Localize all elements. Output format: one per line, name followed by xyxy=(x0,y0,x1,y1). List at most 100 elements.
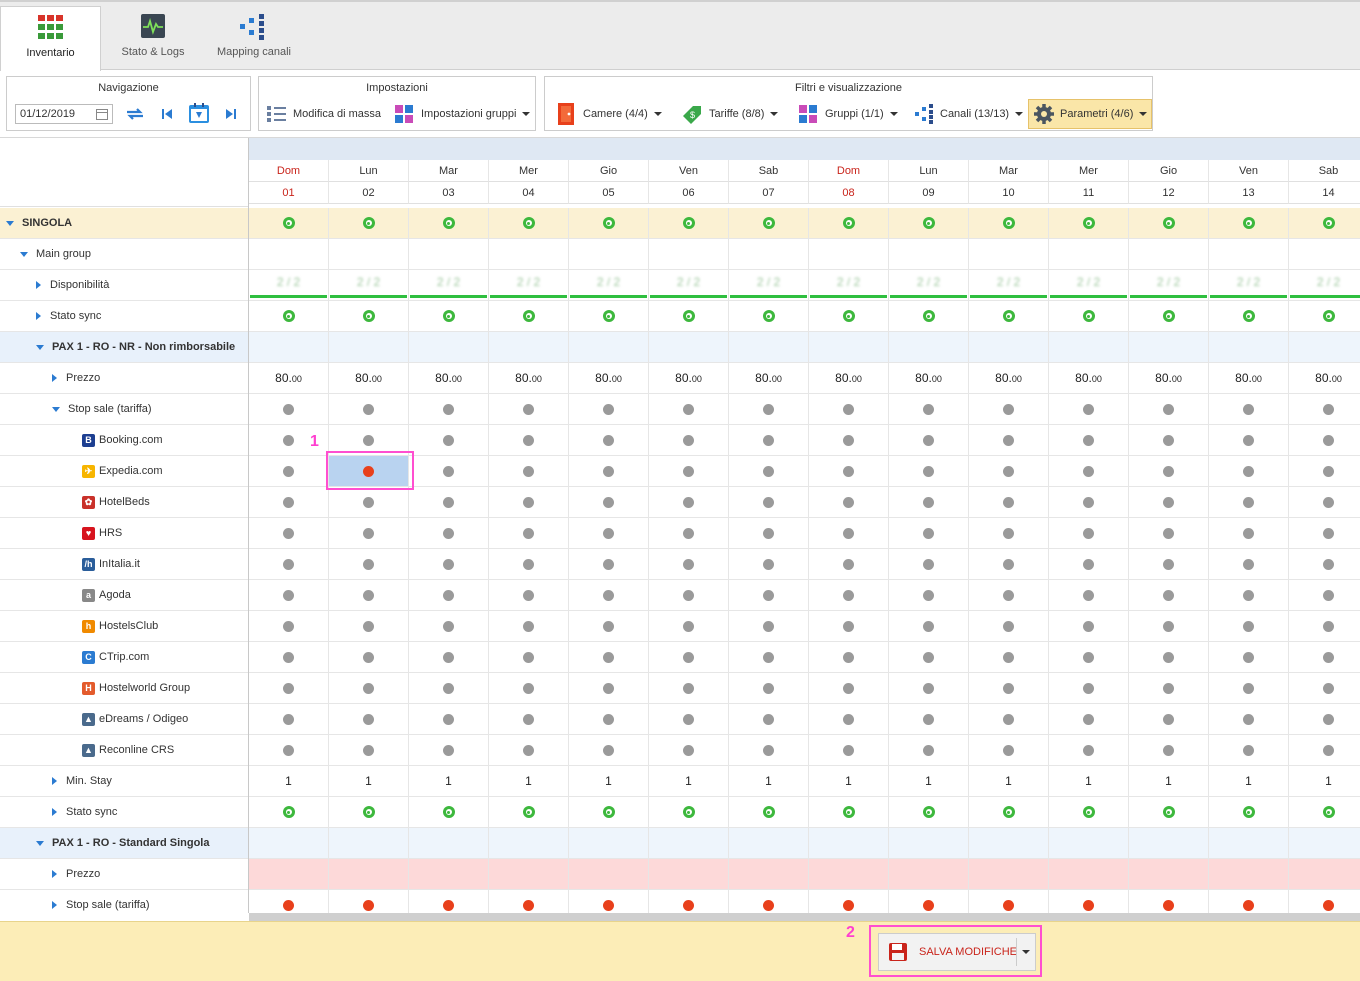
grid-cell[interactable] xyxy=(409,549,489,579)
grid-cell[interactable]: 1 xyxy=(729,766,809,796)
grid-cell[interactable] xyxy=(489,208,569,238)
grid-cell[interactable] xyxy=(809,394,889,424)
grid-cell[interactable] xyxy=(889,704,969,734)
grid-cell[interactable] xyxy=(1209,487,1289,517)
grid-cell[interactable] xyxy=(969,611,1049,641)
grid-cell[interactable] xyxy=(409,239,489,269)
grid-cell[interactable] xyxy=(249,394,329,424)
grid-cell[interactable] xyxy=(249,735,329,765)
grid-cell[interactable] xyxy=(729,580,809,610)
grid-cell[interactable]: 80.00 xyxy=(649,363,729,393)
grid-cell[interactable] xyxy=(889,332,969,362)
first-page-icon[interactable] xyxy=(161,107,173,121)
grid-cell[interactable] xyxy=(729,859,809,889)
grid-cell[interactable] xyxy=(729,394,809,424)
grid-cell[interactable]: 1 xyxy=(1289,766,1360,796)
grid-cell[interactable] xyxy=(329,580,409,610)
expand-arrow-icon[interactable] xyxy=(36,312,41,320)
grid-cell[interactable] xyxy=(1209,332,1289,362)
grid-cell[interactable] xyxy=(1049,797,1129,827)
grid-cell[interactable] xyxy=(969,549,1049,579)
grid-cell[interactable] xyxy=(569,828,649,858)
grid-cell[interactable] xyxy=(249,332,329,362)
grid-cell[interactable] xyxy=(489,859,569,889)
grid-cell[interactable] xyxy=(649,580,729,610)
grid-cell[interactable] xyxy=(569,456,649,486)
grid-cell[interactable] xyxy=(889,890,969,913)
grid-cell[interactable] xyxy=(249,301,329,331)
grid-cell[interactable] xyxy=(809,828,889,858)
grid-cell[interactable]: 1 xyxy=(249,766,329,796)
grid-cell[interactable] xyxy=(889,456,969,486)
grid-cell[interactable] xyxy=(489,549,569,579)
grid-cell[interactable] xyxy=(569,797,649,827)
grid-cell[interactable]: 2 / 2 xyxy=(1289,270,1360,300)
grid-cell[interactable] xyxy=(649,797,729,827)
grid-cell[interactable] xyxy=(809,859,889,889)
tree-row[interactable]: PAX 1 - RO - NR - Non rimborsabile xyxy=(0,332,248,363)
grid-cell[interactable] xyxy=(889,394,969,424)
grid-cell[interactable]: 2 / 2 xyxy=(649,270,729,300)
group-settings-dropdown[interactable]: Impostazioni gruppi xyxy=(395,103,531,125)
grid-cell[interactable] xyxy=(809,797,889,827)
chevron-down-icon[interactable] xyxy=(1022,950,1030,954)
grid-cell[interactable] xyxy=(729,642,809,672)
grid-cell[interactable] xyxy=(889,611,969,641)
grid-cell[interactable] xyxy=(249,456,329,486)
grid-cell[interactable] xyxy=(1129,704,1209,734)
tree-row[interactable]: ✈ Expedia.com xyxy=(0,456,248,487)
grid-cell[interactable] xyxy=(1289,518,1360,548)
grid-cell[interactable] xyxy=(649,890,729,913)
grid-cell[interactable] xyxy=(249,704,329,734)
grid-cell[interactable] xyxy=(649,704,729,734)
grid-cell[interactable]: 2 / 2 xyxy=(729,270,809,300)
grid-cell[interactable] xyxy=(569,859,649,889)
grid-cell[interactable] xyxy=(1129,425,1209,455)
collapse-arrow-icon[interactable] xyxy=(36,344,44,350)
grid-cell[interactable] xyxy=(569,549,649,579)
tree-row[interactable]: PAX 1 - RO - Standard Singola xyxy=(0,828,248,859)
grid-cell[interactable] xyxy=(569,890,649,913)
grid-cell[interactable] xyxy=(409,456,489,486)
grid-cell[interactable] xyxy=(809,580,889,610)
grid-cell[interactable] xyxy=(889,580,969,610)
grid-cell[interactable]: 80.00 xyxy=(1289,363,1360,393)
grid-cell[interactable] xyxy=(1289,611,1360,641)
grid-cell[interactable] xyxy=(1129,611,1209,641)
grid-cell[interactable] xyxy=(1049,673,1129,703)
grid-cell[interactable] xyxy=(569,611,649,641)
grid-cell[interactable] xyxy=(569,208,649,238)
grid-cell[interactable] xyxy=(889,208,969,238)
grid-cell[interactable] xyxy=(249,828,329,858)
grid-cell[interactable] xyxy=(489,332,569,362)
grid-cell[interactable] xyxy=(969,301,1049,331)
tab-inventario[interactable]: Inventario xyxy=(0,6,101,71)
grid-cell[interactable] xyxy=(569,735,649,765)
grid-cell[interactable]: 1 xyxy=(889,766,969,796)
save-changes-button[interactable]: SALVA MODIFICHE xyxy=(878,933,1036,971)
grid-cell[interactable] xyxy=(409,518,489,548)
grid-cell[interactable] xyxy=(809,735,889,765)
grid-cell[interactable] xyxy=(569,642,649,672)
grid-cell[interactable]: 2 / 2 xyxy=(409,270,489,300)
grid-cell[interactable] xyxy=(249,518,329,548)
canali-dropdown[interactable]: Canali (13/13) xyxy=(915,103,1024,125)
grid-cell[interactable] xyxy=(249,642,329,672)
grid-cell[interactable] xyxy=(489,673,569,703)
grid-cell[interactable] xyxy=(1049,611,1129,641)
grid-cell[interactable] xyxy=(729,704,809,734)
grid-cell[interactable] xyxy=(1129,332,1209,362)
grid-cell[interactable]: 80.00 xyxy=(489,363,569,393)
grid-cell[interactable]: 80.00 xyxy=(569,363,649,393)
tree-row[interactable]: Stop sale (tariffa) xyxy=(0,394,248,425)
grid-cell[interactable] xyxy=(1129,549,1209,579)
expand-arrow-icon[interactable] xyxy=(36,281,41,289)
grid-cell[interactable] xyxy=(809,239,889,269)
grid-cell[interactable] xyxy=(1209,704,1289,734)
grid-cell[interactable] xyxy=(489,239,569,269)
grid-cell[interactable] xyxy=(1049,735,1129,765)
grid-cell[interactable]: 1 xyxy=(809,766,889,796)
grid-cell[interactable] xyxy=(1289,239,1360,269)
grid-cell[interactable]: 1 xyxy=(969,766,1049,796)
expand-arrow-icon[interactable] xyxy=(52,808,57,816)
